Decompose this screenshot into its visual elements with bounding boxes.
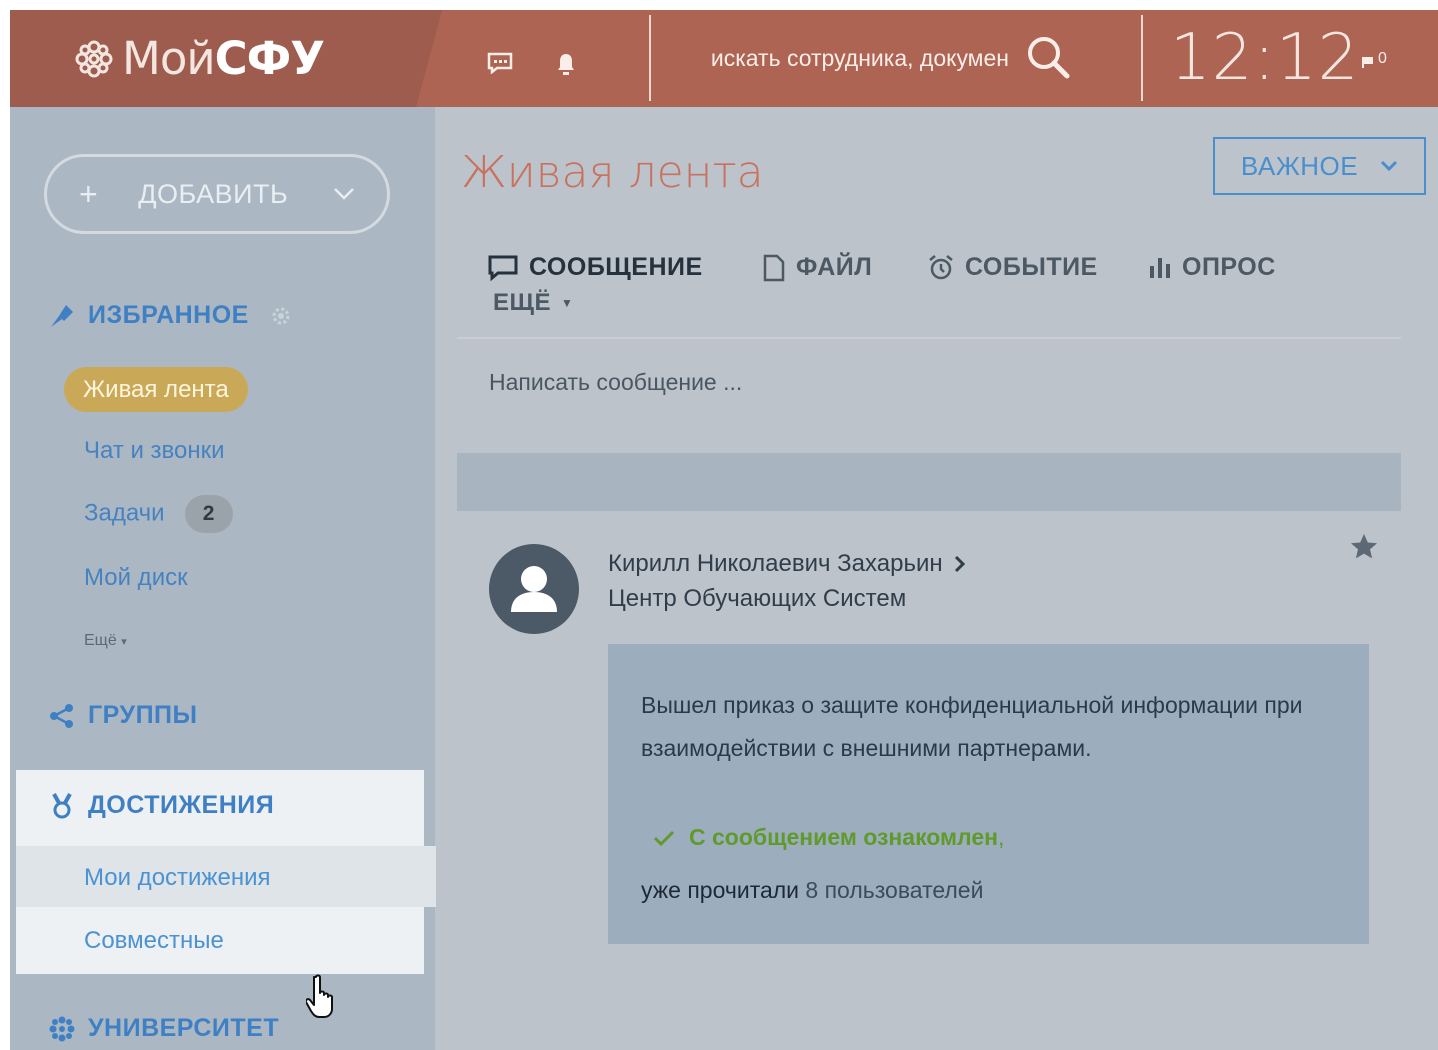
chevron-down-icon <box>1381 160 1398 172</box>
logo-icon <box>75 40 113 77</box>
tab-label: ЕЩЁ <box>493 289 552 316</box>
caret-down-icon: ▾ <box>121 636 127 648</box>
feed-separator-band <box>457 453 1401 511</box>
post-text: Вышел приказ о защите конфиденциальной и… <box>641 692 1303 761</box>
compose-input[interactable] <box>489 369 1189 396</box>
sidebar-item-disk[interactable]: Мой диск <box>84 564 188 592</box>
tab-more[interactable]: ЕЩЁ ▼ <box>493 289 573 317</box>
post-author[interactable]: Кирилл Николаевич Захарьин <box>608 550 967 578</box>
message-icon <box>488 255 518 281</box>
caret-down-icon: ▼ <box>561 296 574 310</box>
user-icon <box>511 566 557 612</box>
achievements-header[interactable]: ДОСТИЖЕНИЯ <box>48 791 274 820</box>
tab-poll[interactable]: ОПРОС <box>1148 253 1276 282</box>
read-by: уже прочитали 8 пользователей <box>641 877 983 904</box>
achievements-title: ДОСТИЖЕНИЯ <box>88 791 275 819</box>
tab-label: ОПРОС <box>1182 253 1276 281</box>
logo-text: МойСФУ <box>122 32 325 85</box>
sidebar: + ДОБАВИТЬ ИЗБРАННОЕ Живая лента Чат и з… <box>10 107 436 1050</box>
post-body: Вышел приказ о защите конфиденциальной и… <box>608 644 1369 944</box>
ack-text: С сообщением ознакомлен <box>689 824 999 850</box>
university-title: УНИВЕРСИТЕТ <box>88 1014 280 1042</box>
university-logo-icon <box>49 1016 75 1041</box>
chat-icon[interactable] <box>487 52 513 74</box>
favorites-title: ИЗБРАННОЕ <box>88 301 249 329</box>
tasks-count-badge: 2 <box>184 495 233 533</box>
sidebar-item-chat[interactable]: Чат и звонки <box>84 437 225 465</box>
medal-icon <box>52 792 72 818</box>
main-content: Живая лента ВАЖНОЕ СООБЩЕНИЕ ФАЙЛ СОБЫТИ… <box>435 107 1438 1050</box>
tab-file[interactable]: ФАЙЛ <box>762 253 872 282</box>
search-button[interactable] <box>1023 33 1073 83</box>
tab-message[interactable]: СООБЩЕНИЕ <box>487 253 703 282</box>
post-org: Центр Обучающих Систем <box>608 585 907 612</box>
acknowledged-status[interactable]: С сообщением ознакомлен, <box>653 824 1004 851</box>
plus-icon: + <box>79 175 99 212</box>
tab-label: СООБЩЕНИЕ <box>529 253 703 281</box>
logo[interactable]: МойСФУ <box>10 10 442 107</box>
add-button-label: ДОБАВИТЬ <box>138 178 289 209</box>
header-divider <box>1141 15 1143 101</box>
search-input[interactable] <box>670 44 1015 72</box>
important-button-label: ВАЖНОЕ <box>1240 150 1359 181</box>
top-header: МойСФУ 12:12 0 <box>10 10 1438 107</box>
tab-label: ФАЙЛ <box>796 253 873 281</box>
search-box <box>670 32 1130 84</box>
app-window: МойСФУ 12:12 0 <box>10 10 1438 1050</box>
university-header[interactable]: УНИВЕРСИТЕТ <box>48 1014 279 1043</box>
bell-icon[interactable] <box>554 51 578 77</box>
page-title: Живая лента <box>461 147 764 198</box>
sidebar-item-label: Задачи <box>84 499 165 527</box>
flag-count: 0 <box>1378 50 1387 67</box>
sidebar-item-tasks[interactable]: Задачи 2 <box>84 495 233 533</box>
sidebar-more[interactable]: Ещё ▾ <box>84 632 127 650</box>
read-count-link[interactable]: 8 пользователей <box>805 877 983 903</box>
chevron-down-icon <box>334 188 354 200</box>
avatar[interactable] <box>489 544 579 634</box>
poll-icon <box>1150 257 1170 278</box>
important-button[interactable]: ВАЖНОЕ <box>1213 137 1426 195</box>
alarm-icon <box>929 254 953 279</box>
add-button[interactable]: + ДОБАВИТЬ <box>44 154 390 234</box>
search-icon <box>1028 36 1070 78</box>
share-icon <box>50 703 73 728</box>
chevron-right-icon <box>954 555 965 573</box>
flag-icon <box>1362 57 1373 68</box>
sidebar-item-live-feed[interactable]: Живая лента <box>64 367 248 412</box>
star-icon[interactable] <box>1349 532 1379 562</box>
hand-cursor-icon <box>306 974 333 1018</box>
file-icon <box>763 254 785 281</box>
sidebar-item-my-achievements[interactable]: Мои достижения <box>84 864 271 892</box>
pin-icon <box>51 304 73 327</box>
sidebar-more-label: Ещё <box>84 632 117 649</box>
groups-header[interactable]: ГРУППЫ <box>48 701 197 730</box>
tab-event[interactable]: СОБЫТИЕ <box>927 253 1098 282</box>
favorites-header[interactable]: ИЗБРАННОЕ <box>48 301 293 330</box>
header-divider <box>649 15 651 101</box>
post-author-name: Кирилл Николаевич Захарьин <box>608 550 943 577</box>
ack-comma: , <box>998 824 1005 850</box>
tab-label: СОБЫТИЕ <box>965 253 1098 281</box>
check-icon <box>653 830 675 846</box>
flag-counter[interactable]: 0 <box>1361 50 1387 69</box>
clock: 12:12 <box>1170 21 1360 95</box>
groups-title: ГРУППЫ <box>88 701 198 729</box>
gear-icon[interactable] <box>269 304 293 328</box>
sidebar-item-joint[interactable]: Совместные <box>84 927 224 955</box>
divider <box>457 337 1401 339</box>
read-by-prefix: уже прочитали <box>641 877 800 903</box>
